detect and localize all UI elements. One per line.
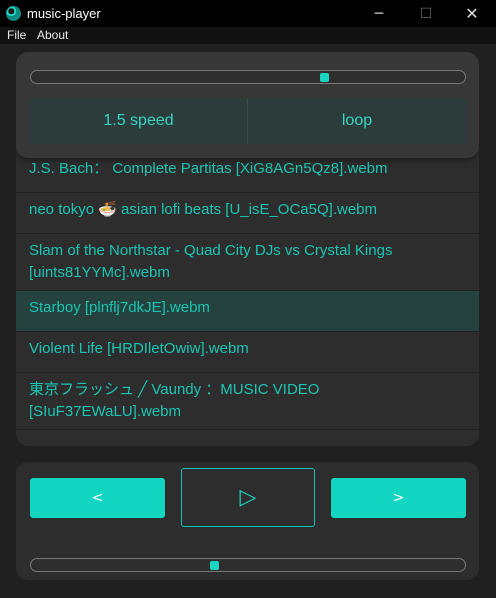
minimize-button[interactable]: ─ bbox=[356, 0, 402, 27]
song-item[interactable]: Starboy [plnflj7dkJE].webm bbox=[16, 291, 479, 332]
volume-slider[interactable] bbox=[30, 558, 466, 572]
main-content: J.S. Bach： Complete Partitas [XiG8AGn5Qz… bbox=[0, 44, 496, 598]
song-list: J.S. Bach： Complete Partitas [XiG8AGn5Qz… bbox=[16, 152, 479, 430]
speed-button[interactable]: 1.5 speed bbox=[30, 98, 248, 144]
song-item[interactable]: Slam of the Northstar - Quad City DJs vs… bbox=[16, 234, 479, 291]
control-panel: < ▷ > bbox=[16, 462, 479, 580]
song-item[interactable]: neo tokyo 🍜 asian lofi beats [U_isE_OCa5… bbox=[16, 193, 479, 234]
previous-button[interactable]: < bbox=[30, 478, 165, 518]
song-item[interactable]: 東京フラッシュ ╱ Vaundy ：MUSIC VIDEO [SIuF37EWa… bbox=[16, 373, 479, 430]
seek-slider[interactable] bbox=[30, 70, 466, 84]
seek-slider-handle[interactable] bbox=[320, 73, 329, 82]
window-title: music-player bbox=[27, 6, 101, 21]
playback-options-overlay: 1.5 speed loop bbox=[16, 52, 479, 158]
volume-slider-handle[interactable] bbox=[210, 561, 219, 570]
maximize-button[interactable]: ☐ bbox=[403, 0, 449, 27]
play-icon: ▷ bbox=[239, 485, 257, 510]
close-button[interactable]: ✕ bbox=[449, 0, 495, 27]
playlist-panel: J.S. Bach： Complete Partitas [XiG8AGn5Qz… bbox=[16, 52, 479, 446]
play-button[interactable]: ▷ bbox=[181, 468, 315, 527]
next-button[interactable]: > bbox=[331, 478, 466, 518]
song-item[interactable]: J.S. Bach： Complete Partitas [XiG8AGn5Qz… bbox=[16, 152, 479, 193]
app-icon bbox=[6, 6, 21, 21]
menu-bar: File About bbox=[0, 27, 496, 44]
title-bar: music-player ─ ☐ ✕ bbox=[0, 0, 496, 27]
loop-button[interactable]: loop bbox=[248, 98, 466, 144]
menu-file[interactable]: File bbox=[7, 28, 26, 42]
song-item[interactable]: Violent Life [HRDIletOwiw].webm bbox=[16, 332, 479, 373]
menu-about[interactable]: About bbox=[37, 28, 68, 42]
